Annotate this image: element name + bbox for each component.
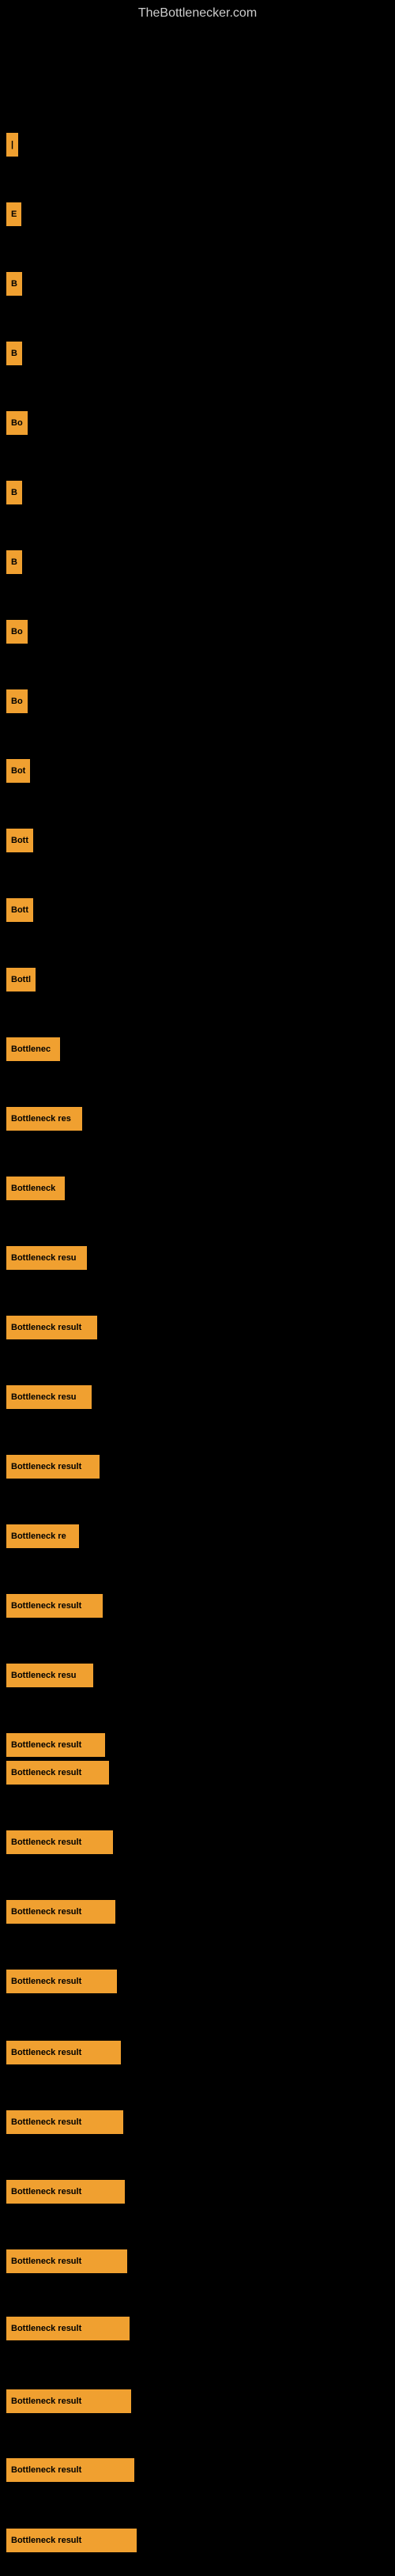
bar-row: Bottleneck (0, 1161, 395, 1224)
bar-row: Bott (0, 882, 395, 946)
bar-row: Bottleneck result (0, 1578, 395, 1641)
bar-row: Bottleneck resu (0, 1369, 395, 1433)
bar-label: Bottleneck resu (6, 1664, 93, 1687)
bar-row: Bottleneck result (0, 1439, 395, 1502)
bar-row: Bottleneck result (0, 1745, 395, 1808)
bar-row: Bottleneck result (0, 2442, 395, 2506)
bar-row: B (0, 534, 395, 598)
bar-label: E (6, 202, 21, 226)
bar-label: Bottleneck result (6, 1761, 109, 1785)
bar-label: Bott (6, 898, 33, 922)
bar-row: Bottleneck result (0, 1300, 395, 1363)
bar-label: Bottleneck (6, 1177, 65, 1200)
bar-label: Bottleneck result (6, 1970, 117, 1993)
bar-row: Bottleneck result (0, 1815, 395, 1878)
bar-row (0, 47, 395, 111)
bar-row: Bottleneck result (0, 2094, 395, 2158)
bar-label: B (6, 272, 22, 296)
bar-row: Bottleneck result (0, 2301, 395, 2364)
bar-label: Bottleneck resu (6, 1246, 87, 1270)
bar-label: Bottleneck re (6, 1524, 79, 1548)
bar-row: E (0, 187, 395, 250)
bar-row: Bottleneck result (0, 1954, 395, 2017)
bar-label: Bo (6, 411, 28, 435)
bar-row: Bo (0, 674, 395, 737)
bar-label: Bottleneck result (6, 1455, 100, 1479)
bar-label: Bottleneck result (6, 2529, 137, 2552)
bar-label: Bot (6, 759, 30, 783)
bar-label: Bottleneck result (6, 2458, 134, 2482)
bar-row: Bot (0, 743, 395, 806)
bar-label: Bottleneck result (6, 2249, 127, 2273)
bar-label: B (6, 550, 22, 574)
bar-row: | (0, 117, 395, 180)
bar-label: Bottleneck resu (6, 1385, 92, 1409)
bar-row: Bottlenec (0, 1022, 395, 1085)
bar-label: Bottleneck res (6, 1107, 82, 1131)
bar-label: Bottleneck result (6, 1316, 97, 1339)
bar-row: Bottleneck resu (0, 1648, 395, 1711)
bar-label: Bottleneck result (6, 2110, 123, 2134)
bar-label: Bo (6, 689, 28, 713)
bar-label: Bottleneck result (6, 2180, 125, 2204)
bar-label: Bo (6, 620, 28, 644)
bar-label: Bottleneck result (6, 2041, 121, 2064)
bar-row: Bott (0, 813, 395, 876)
bar-row: B (0, 326, 395, 389)
bar-row: Bottleneck result (0, 1884, 395, 1947)
bar-label: | (6, 133, 18, 157)
bar-row: Bottleneck result (0, 2164, 395, 2227)
bar-label: Bottleneck result (6, 1594, 103, 1618)
bar-row: B (0, 256, 395, 319)
bar-label: B (6, 342, 22, 365)
bar-label: Bottl (6, 968, 36, 991)
bar-label: Bottleneck result (6, 2317, 130, 2340)
bar-row: B (0, 465, 395, 528)
bar-row: Bottleneck result (0, 2374, 395, 2437)
bar-row: Bottleneck res (0, 1091, 395, 1154)
bar-label: Bottleneck result (6, 2389, 131, 2413)
bar-row: Bottl (0, 952, 395, 1015)
bar-row: Bottleneck result (0, 2513, 395, 2576)
bar-row: Bo (0, 604, 395, 667)
bar-label: Bottleneck result (6, 1900, 115, 1924)
bar-row: Bottleneck result (0, 2234, 395, 2297)
bar-label: Bottlenec (6, 1037, 60, 1061)
bar-label: Bott (6, 829, 33, 852)
bar-row: Bottleneck result (0, 2025, 395, 2088)
bar-label: Bottleneck result (6, 1830, 113, 1854)
bar-row: Bottleneck re (0, 1509, 395, 1572)
bar-row: Bo (0, 395, 395, 459)
bar-row: Bottleneck resu (0, 1230, 395, 1294)
bar-label: B (6, 481, 22, 504)
site-title: TheBottlenecker.com (0, 0, 395, 27)
